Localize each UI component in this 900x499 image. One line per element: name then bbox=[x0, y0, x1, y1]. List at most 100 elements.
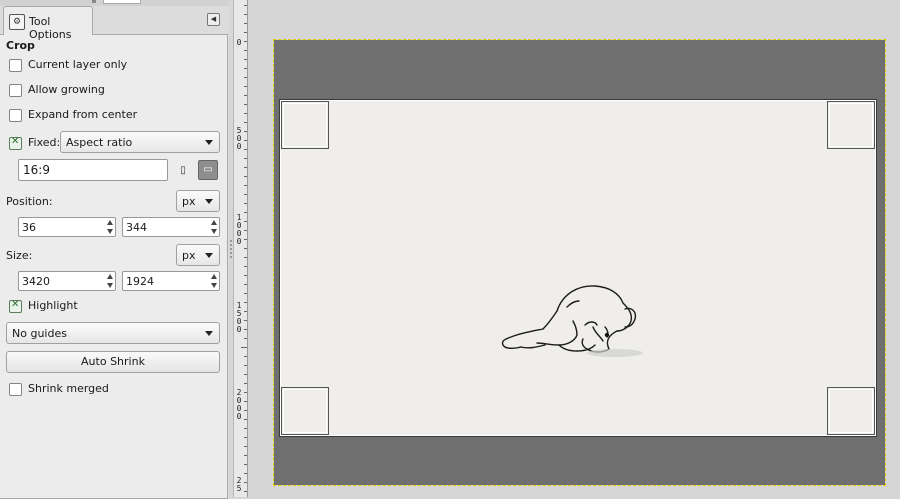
spin-up-icon bbox=[107, 220, 113, 225]
ruler-tick bbox=[244, 131, 247, 132]
crop-handle-bottom-left[interactable] bbox=[281, 387, 329, 435]
ruler-tick bbox=[244, 473, 247, 474]
ruler-tick bbox=[244, 149, 247, 150]
ruler-label: 500 bbox=[236, 126, 242, 151]
ruler-tick bbox=[244, 401, 247, 402]
ruler-tick bbox=[244, 140, 247, 141]
ruler-tick bbox=[244, 239, 247, 240]
position-unit-value: px bbox=[182, 195, 196, 208]
size-label: Size: bbox=[6, 249, 33, 262]
position-y-input[interactable]: 344 bbox=[122, 217, 220, 237]
ruler-tick bbox=[244, 113, 247, 114]
size-unit-select[interactable]: px bbox=[176, 244, 220, 266]
ruler-tick bbox=[244, 293, 247, 294]
ruler-tick bbox=[244, 257, 247, 258]
fixed-mode-value: Aspect ratio bbox=[66, 136, 133, 149]
size-height-value: 1924 bbox=[126, 275, 154, 288]
ruler-tick bbox=[244, 176, 247, 177]
ruler-tick bbox=[244, 329, 247, 330]
ruler-tick bbox=[244, 365, 247, 366]
crop-selection[interactable] bbox=[279, 99, 877, 437]
position-y-value: 344 bbox=[126, 221, 147, 234]
spin-down-icon bbox=[107, 229, 113, 234]
ruler-tick bbox=[244, 392, 247, 393]
ruler-tick bbox=[244, 158, 247, 159]
chevron-down-icon bbox=[205, 140, 213, 145]
ruler-tick bbox=[244, 284, 247, 285]
allow-growing-checkbox[interactable] bbox=[9, 84, 22, 97]
highlight-checkbox[interactable] bbox=[9, 299, 22, 313]
dock-handle-icon bbox=[92, 0, 96, 3]
ruler-tick bbox=[244, 455, 247, 456]
spin-up-icon bbox=[211, 274, 217, 279]
expand-from-center-label: Expand from center bbox=[28, 108, 138, 121]
ruler-tick bbox=[244, 86, 247, 87]
ruler-tick bbox=[244, 419, 247, 420]
ruler-tick bbox=[244, 491, 247, 492]
ruler-tick bbox=[244, 320, 247, 321]
spin-up-icon bbox=[211, 220, 217, 225]
ruler-tick bbox=[244, 230, 247, 231]
vertical-ruler[interactable]: 0 500 1000 1500 2000 25 bbox=[233, 0, 248, 497]
size-height-input[interactable]: 1924 bbox=[122, 271, 220, 291]
expand-from-center-checkbox[interactable] bbox=[9, 109, 22, 122]
ruler-tick bbox=[244, 311, 247, 312]
ruler-label: 2000 bbox=[236, 388, 242, 421]
chevron-down-icon bbox=[205, 253, 213, 258]
shrink-merged-label: Shrink merged bbox=[28, 382, 109, 395]
tab-label: Tool Options bbox=[29, 15, 72, 41]
ruler-tick bbox=[244, 32, 247, 33]
dog-sketch-image bbox=[501, 285, 643, 357]
crop-handle-bottom-right[interactable] bbox=[827, 387, 875, 435]
ruler-tick bbox=[244, 383, 247, 384]
shrink-merged-checkbox[interactable] bbox=[9, 383, 22, 396]
portrait-icon[interactable]: ▯ bbox=[175, 162, 191, 182]
ruler-tick bbox=[244, 14, 247, 15]
landscape-icon[interactable]: ▭ bbox=[198, 160, 218, 180]
ruler-tick bbox=[244, 374, 247, 375]
position-label: Position: bbox=[6, 195, 53, 208]
tab-tool-options[interactable]: ⚙ Tool Options bbox=[3, 6, 93, 41]
size-width-input[interactable]: 3420 bbox=[18, 271, 116, 291]
ruler-tick bbox=[244, 68, 247, 69]
ruler-tick bbox=[244, 203, 247, 204]
guides-value: No guides bbox=[12, 327, 67, 340]
current-layer-only-checkbox[interactable] bbox=[9, 59, 22, 72]
ruler-label: 25 bbox=[236, 476, 242, 493]
position-unit-select[interactable]: px bbox=[176, 190, 220, 212]
dock-tab-indicator bbox=[103, 0, 141, 4]
crop-handle-top-left[interactable] bbox=[281, 101, 329, 149]
current-layer-only-label: Current layer only bbox=[28, 58, 128, 71]
chevron-down-icon bbox=[205, 199, 213, 204]
ruler-tick bbox=[244, 410, 247, 411]
aspect-ratio-value: 16:9 bbox=[23, 163, 50, 177]
tool-options-panel: ⚙ Tool Options ◀ Crop Current layer only… bbox=[0, 0, 229, 499]
position-x-input[interactable]: 36 bbox=[18, 217, 116, 237]
fixed-mode-select[interactable]: Aspect ratio bbox=[60, 131, 220, 153]
tool-options-body bbox=[0, 34, 228, 499]
crop-handle-top-right[interactable] bbox=[827, 101, 875, 149]
fixed-checkbox[interactable] bbox=[9, 136, 22, 150]
guides-select[interactable]: No guides bbox=[6, 322, 220, 344]
spin-down-icon bbox=[211, 283, 217, 288]
ruler-tick bbox=[244, 248, 247, 249]
auto-shrink-button[interactable]: Auto Shrink bbox=[6, 351, 220, 373]
position-x-value: 36 bbox=[22, 221, 36, 234]
panel-menu-icon[interactable]: ◀ bbox=[207, 13, 220, 26]
ruler-tick bbox=[244, 185, 247, 186]
ruler-tick bbox=[244, 338, 247, 339]
highlight-label: Highlight bbox=[28, 299, 78, 312]
ruler-tick bbox=[244, 275, 247, 276]
ruler-tick bbox=[244, 23, 247, 24]
ruler-tick bbox=[244, 104, 247, 105]
ruler-tick bbox=[244, 95, 247, 96]
ruler-tick bbox=[244, 221, 247, 222]
aspect-ratio-input[interactable]: 16:9 bbox=[18, 159, 168, 181]
pane-grip-handle[interactable] bbox=[230, 240, 232, 260]
ruler-tick bbox=[244, 356, 247, 357]
ruler-tick bbox=[244, 50, 247, 51]
ruler-label: 1000 bbox=[236, 213, 242, 246]
ruler-tick bbox=[244, 428, 247, 429]
size-width-value: 3420 bbox=[22, 275, 50, 288]
ruler-tick bbox=[244, 77, 247, 78]
